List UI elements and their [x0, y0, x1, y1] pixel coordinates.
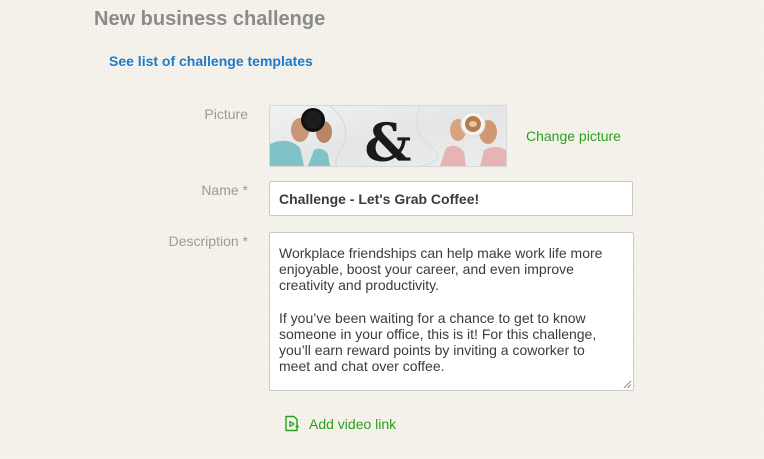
challenge-name-input[interactable] — [269, 181, 633, 216]
name-label: Name * — [201, 182, 248, 198]
coffee-picture-icon: & — [270, 106, 506, 166]
description-textarea[interactable]: Workplace friendships can help make work… — [269, 232, 634, 391]
svg-text:&: & — [365, 113, 412, 166]
resize-handle-icon[interactable] — [623, 380, 632, 389]
picture-label: Picture — [204, 106, 248, 122]
challenge-picture: & — [269, 105, 507, 167]
challenge-templates-link[interactable]: See list of challenge templates — [109, 53, 313, 69]
add-video-link[interactable]: Add video link — [283, 415, 396, 432]
description-text: Workplace friendships can help make work… — [279, 245, 603, 375]
video-link-icon — [285, 415, 299, 432]
description-label: Description * — [168, 233, 248, 249]
add-video-label: Add video link — [309, 415, 397, 432]
change-picture-link[interactable]: Change picture — [526, 128, 621, 144]
page-title: New business challenge — [94, 8, 326, 30]
